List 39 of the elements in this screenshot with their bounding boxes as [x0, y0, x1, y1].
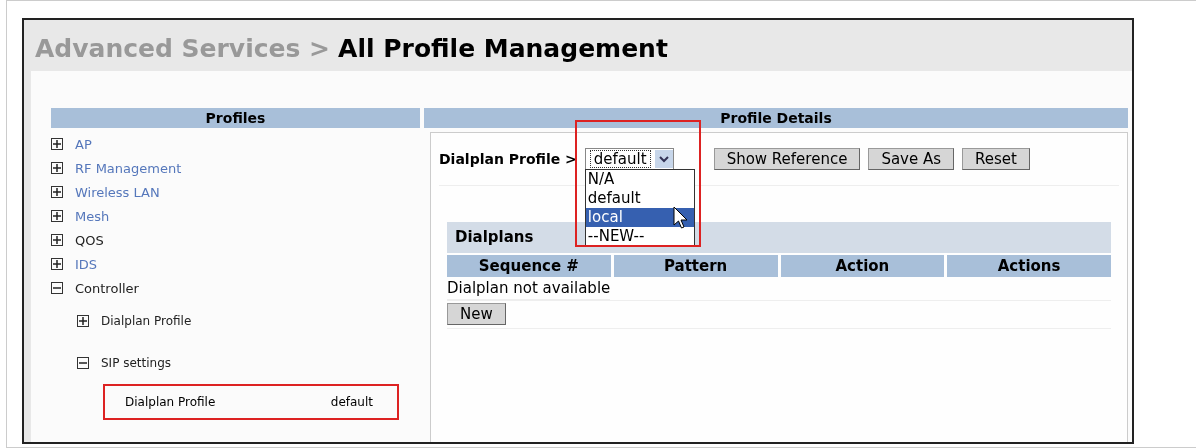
- tree-item[interactable]: QOS: [75, 232, 104, 248]
- empty-message: Dialplan not available: [447, 277, 611, 300]
- field-label: Dialplan Profile >: [439, 151, 577, 167]
- tree-item[interactable]: Controller: [75, 280, 139, 296]
- column-header: Actions: [947, 255, 1111, 277]
- tree-item[interactable]: Mesh: [75, 208, 110, 224]
- tree-item[interactable]: IDS: [75, 256, 98, 272]
- column-header: Sequence #: [447, 255, 611, 277]
- expand-icon[interactable]: [51, 162, 63, 174]
- expand-icon[interactable]: [51, 258, 63, 270]
- collapse-icon[interactable]: [77, 357, 89, 369]
- chevron-down-icon: [654, 150, 673, 168]
- dropdown-option[interactable]: default: [585, 189, 694, 208]
- tree-item[interactable]: RF Management: [75, 160, 182, 176]
- dropdown-option[interactable]: N/A: [585, 170, 694, 189]
- profile-dropdown[interactable]: default: [584, 148, 674, 170]
- tree-item[interactable]: Wireless LAN: [75, 184, 160, 200]
- tree-item[interactable]: Dialplan Profile: [101, 314, 192, 328]
- column-header: Pattern: [613, 255, 778, 277]
- collapse-icon[interactable]: [51, 282, 63, 294]
- new-button[interactable]: New: [447, 303, 506, 325]
- panel-header: Profile Details: [424, 108, 1128, 128]
- cursor-icon: [672, 206, 689, 230]
- action-button[interactable]: Show Reference: [713, 148, 861, 170]
- expand-icon[interactable]: [51, 234, 63, 246]
- expand-icon[interactable]: [51, 186, 63, 198]
- panel-header: Profiles: [51, 108, 420, 128]
- column-header: Action: [780, 255, 945, 277]
- expand-icon[interactable]: [51, 210, 63, 222]
- action-button[interactable]: Save As: [868, 148, 955, 170]
- tree-item[interactable]: AP: [75, 136, 92, 152]
- profile-value: default: [330, 395, 373, 409]
- tree-item[interactable]: SIP settings: [101, 356, 172, 370]
- action-button[interactable]: Reset: [962, 148, 1030, 170]
- page-title: All Profile Management: [338, 34, 668, 65]
- tree-item[interactable]: Dialplan Profile default: [103, 384, 399, 420]
- dropdown-option[interactable]: local: [585, 208, 694, 227]
- expand-icon[interactable]: [51, 138, 63, 150]
- expand-icon[interactable]: [77, 315, 89, 327]
